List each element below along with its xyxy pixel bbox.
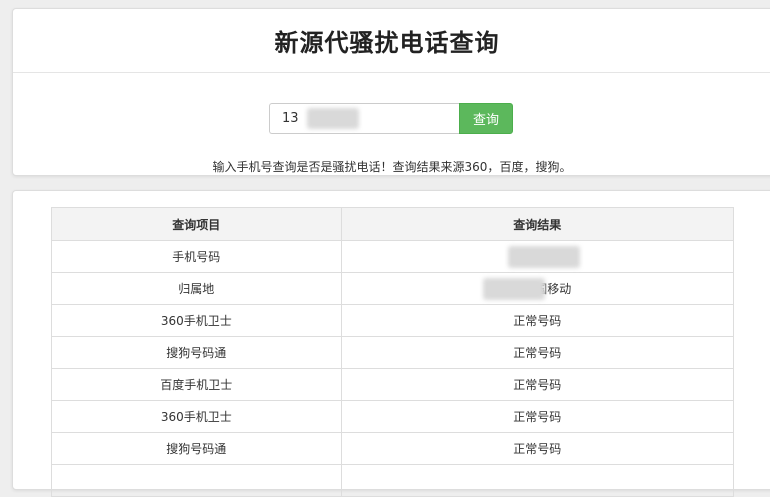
row-result: 正常号码: [340, 400, 735, 433]
search-row: 查询: [269, 103, 513, 134]
phone-input-wrap: [269, 103, 459, 134]
table-row: 360手机卫士 正常号码: [51, 304, 735, 337]
row-item: 搜狗号码通: [51, 432, 342, 465]
row-item: [51, 464, 342, 497]
redacted-phone-number: [507, 246, 580, 268]
row-result: [340, 464, 735, 497]
row-item: 360手机卫士: [51, 304, 342, 337]
row-item: 手机号码: [51, 240, 342, 273]
table-row: [51, 464, 735, 497]
row-item: 百度手机卫士: [51, 368, 342, 401]
results-table: 查询项目 查询结果 手机号码 归属地 中国移动 360手机卫士 正常号码 搜狗号…: [51, 207, 735, 497]
row-result-cell: [340, 240, 735, 273]
row-result: 正常号码: [340, 368, 735, 401]
redacted-region: [482, 278, 545, 300]
search-panel: 新源代骚扰电话查询 查询 输入手机号查询是否是骚扰电话！查询结果来源360，百度…: [12, 8, 770, 176]
page-title: 新源代骚扰电话查询: [274, 29, 500, 57]
row-item: 搜狗号码通: [51, 336, 342, 369]
row-result: 正常号码: [340, 336, 735, 369]
results-panel: 查询项目 查询结果 手机号码 归属地 中国移动 360手机卫士 正常号码 搜狗号…: [12, 190, 770, 497]
row-item: 归属地: [51, 272, 342, 305]
row-result: 正常号码: [340, 432, 735, 465]
redacted-phone-digits: [307, 108, 359, 129]
title-bar: 新源代骚扰电话查询: [13, 9, 770, 73]
table-row: 搜狗号码通 正常号码: [51, 432, 735, 465]
column-header-result: 查询结果: [340, 207, 735, 241]
table-row: 搜狗号码通 正常号码: [51, 336, 735, 369]
row-result-cell: 中国移动: [340, 272, 735, 305]
column-header-item: 查询项目: [51, 207, 342, 241]
table-row: 手机号码: [51, 240, 735, 273]
table-row: 百度手机卫士 正常号码: [51, 368, 735, 401]
query-button[interactable]: 查询: [459, 103, 513, 134]
table-row: 360手机卫士 正常号码: [51, 400, 735, 433]
row-item: 360手机卫士: [51, 400, 342, 433]
table-row: 归属地 中国移动: [51, 272, 735, 305]
table-header-row: 查询项目 查询结果: [51, 207, 735, 241]
row-result: 正常号码: [340, 304, 735, 337]
phone-number-input[interactable]: [269, 103, 459, 134]
search-hint: 输入手机号查询是否是骚扰电话！查询结果来源360，百度，搜狗。: [212, 160, 572, 174]
